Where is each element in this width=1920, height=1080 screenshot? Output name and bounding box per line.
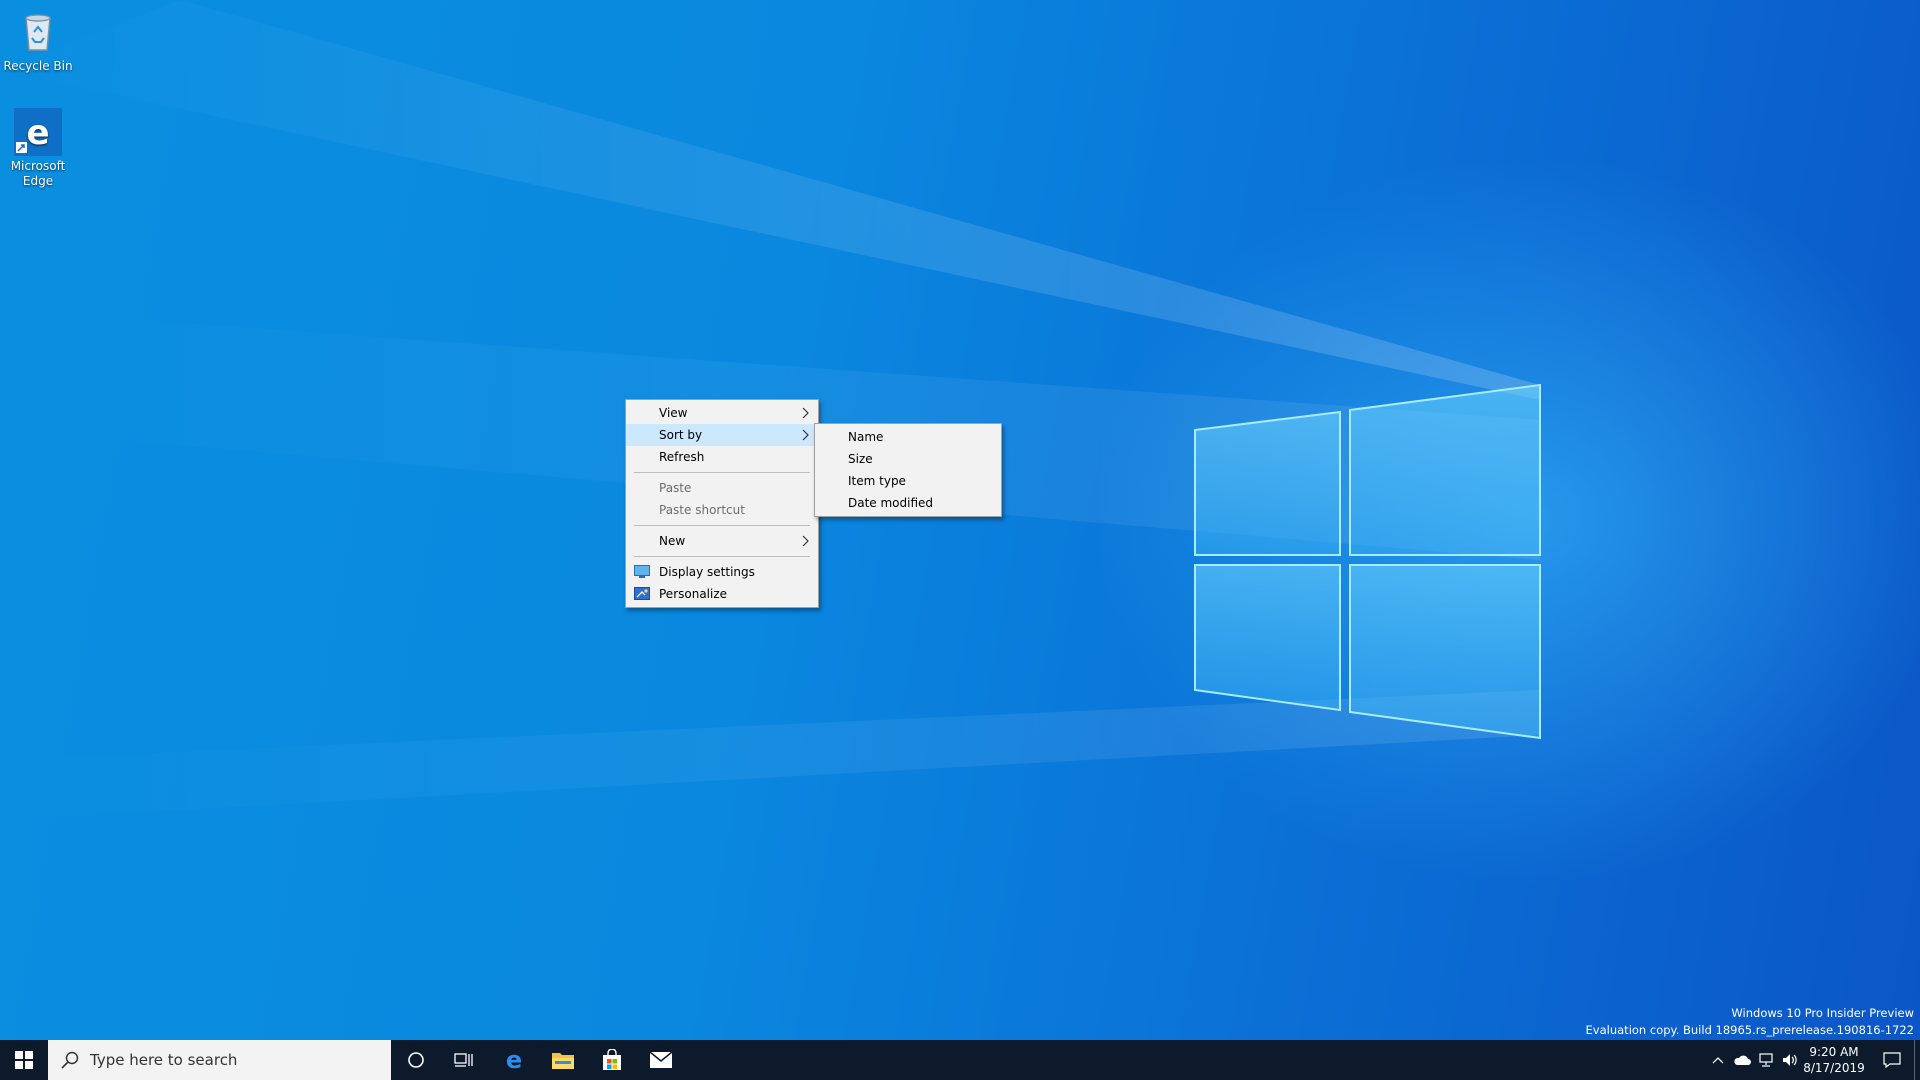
sort-option-name[interactable]: Name [815,426,1001,448]
menu-item-view-label: View [659,406,688,420]
cortana-button[interactable] [392,1040,440,1080]
menu-item-sort-by[interactable]: Sort by [626,424,818,446]
sort-option-date-modified[interactable]: Date modified [815,492,1001,514]
show-desktop-button[interactable] [1914,1040,1920,1080]
edge-icon: e [506,1048,522,1072]
menu-item-personalize[interactable]: Personalize [626,583,818,605]
taskbar-search-box[interactable]: Type here to search [48,1040,391,1080]
sort-option-item-type[interactable]: Item type [815,470,1001,492]
recycle-bin-desktop-icon[interactable]: Recycle Bin [0,8,76,74]
action-center-button[interactable] [1872,1040,1912,1080]
clock-time: 9:20 AM [1809,1045,1859,1059]
desktop[interactable]: Recycle Bin e Microsoft Edge View Sort b… [0,0,1920,1040]
cortana-circle-icon [408,1052,424,1068]
search-icon [61,1051,79,1069]
menu-item-display-settings-label: Display settings [659,565,755,579]
sort-option-size-label: Size [848,452,873,466]
taskbar: Type here to search e 9:20 AM 8/17/2019 [0,1040,1920,1080]
display-settings-icon [634,565,650,578]
build-watermark: Windows 10 Pro Insider Preview Evaluatio… [1586,1005,1914,1039]
recycle-bin-icon [25,14,51,51]
svg-text:e: e [506,1048,522,1072]
store-bag-icon [603,1049,621,1070]
taskbar-edge-button[interactable]: e [490,1040,538,1080]
menu-item-refresh-label: Refresh [659,450,705,464]
menu-item-view[interactable]: View [626,402,818,424]
network-icon [1759,1053,1773,1067]
menu-item-display-settings[interactable]: Display settings [626,561,818,583]
sort-option-date-modified-label: Date modified [848,496,934,510]
menu-item-new[interactable]: New [626,530,818,552]
recycle-bin-label: Recycle Bin [3,59,73,73]
menu-item-refresh[interactable]: Refresh [626,446,818,468]
personalize-icon [634,587,650,600]
taskbar-store-button[interactable] [588,1040,636,1080]
folder-icon [552,1053,574,1069]
sort-option-item-type-label: Item type [848,474,906,488]
menu-item-new-label: New [659,534,686,548]
taskbar-file-explorer-button[interactable] [539,1040,587,1080]
windows-logo-icon [15,1051,33,1069]
start-button[interactable] [0,1040,48,1080]
wallpaper-windows-logo [0,0,1541,820]
chevron-up-icon [1712,1057,1724,1064]
menu-item-paste-shortcut[interactable]: Paste shortcut [626,499,818,521]
chevron-right-icon [802,535,809,547]
microsoft-edge-label: Microsoft Edge [10,159,66,188]
network-tray-button[interactable] [1754,1040,1778,1080]
menu-item-paste-shortcut-label: Paste shortcut [659,503,745,517]
watermark-line-2: Evaluation copy. Build 18965.rs_prerelea… [1585,1023,1914,1037]
onedrive-cloud-icon [1734,1055,1751,1065]
menu-item-paste[interactable]: Paste [626,477,818,499]
sort-option-size[interactable]: Size [815,448,1001,470]
desktop-context-menu: View Sort by Refresh Paste Paste shortcu… [625,399,819,608]
speaker-icon [1783,1054,1797,1066]
sort-option-name-label: Name [848,430,884,444]
show-hidden-icons-button[interactable] [1706,1040,1730,1080]
svg-text:e: e [26,113,49,153]
taskbar-mail-button[interactable] [637,1040,685,1080]
notification-icon [1883,1052,1901,1068]
microsoft-edge-desktop-icon[interactable]: e Microsoft Edge [0,108,76,189]
watermark-line-1: Windows 10 Pro Insider Preview [1731,1006,1914,1020]
edge-icon: e [14,108,62,156]
task-view-icon [454,1053,473,1067]
sort-by-submenu: Name Size Item type Date modified [814,423,1002,517]
taskbar-clock[interactable]: 9:20 AM 8/17/2019 [1798,1044,1870,1076]
menu-separator [634,472,810,473]
menu-separator [634,525,810,526]
menu-item-personalize-label: Personalize [659,587,728,601]
menu-item-paste-label: Paste [659,481,692,495]
chevron-right-icon [802,407,809,419]
menu-item-sort-by-label: Sort by [659,428,703,442]
menu-separator [634,556,810,557]
mail-icon [649,1051,673,1068]
task-view-button[interactable] [440,1040,488,1080]
chevron-right-icon [802,429,809,441]
search-placeholder: Type here to search [90,1051,238,1069]
onedrive-tray-button[interactable] [1730,1040,1754,1080]
clock-date: 8/17/2019 [1803,1061,1865,1075]
